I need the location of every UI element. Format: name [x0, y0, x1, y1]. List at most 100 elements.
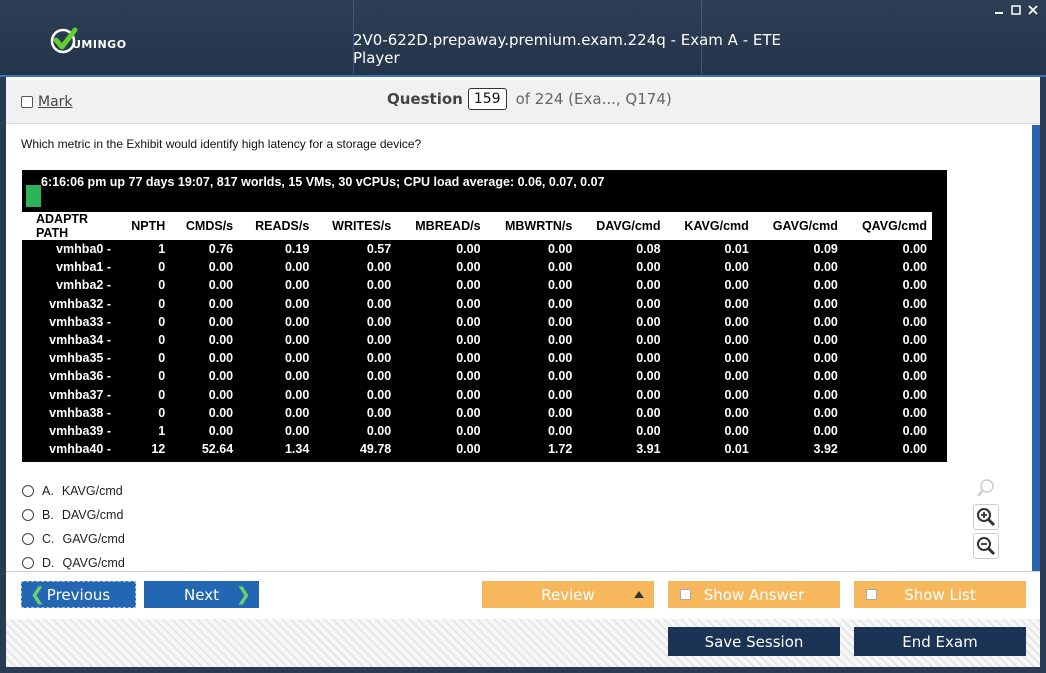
- radio-button[interactable]: [22, 485, 34, 497]
- exhibit-cell: 0.00: [547, 369, 573, 384]
- next-label: Next: [184, 585, 219, 604]
- mark-checkbox-box[interactable]: [21, 96, 33, 108]
- exhibit-cell: 0.00: [902, 296, 927, 311]
- exhibit-table-body: vmhba0 - 1 0.76 0.19 0.57 0.00 0.00 0.08 0.01 0.0…: [22, 240, 932, 458]
- navigation-bar: ❮ Previous Next ❯ Review Show Answer Sho…: [6, 571, 1040, 619]
- exhibit-cell: 0: [158, 333, 166, 348]
- vertical-scrollbar[interactable]: [1032, 125, 1040, 571]
- exhibit-cell: 0.00: [284, 296, 310, 311]
- exhibit-cell: 0.08: [636, 242, 661, 257]
- exhibit-cell: 0.00: [366, 296, 392, 311]
- exhibit-cell: 0.00: [902, 351, 927, 366]
- exhibit-cell: 0.00: [813, 405, 838, 420]
- exhibit-cell: 3.92: [813, 442, 838, 457]
- window-controls: [993, 4, 1038, 15]
- show-list-checkbox[interactable]: [866, 589, 877, 600]
- exhibit-cell: 0.19: [284, 242, 310, 257]
- exhibit-cell: 0.00: [366, 314, 392, 329]
- exhibit-cell: 0.01: [724, 442, 749, 457]
- exhibit-column-header: GAVG/cmd: [753, 212, 843, 240]
- triangle-up-icon[interactable]: [634, 591, 644, 598]
- exhibit-cell: 0.00: [547, 260, 573, 275]
- zoom-in-icon[interactable]: [973, 504, 999, 530]
- exhibit-row: vmhba36 - 0 0.00 0.00 0.00 0.00 0.00 0.00 0.00 0.…: [22, 367, 932, 385]
- exhibit-cell: vmhba38 -: [49, 405, 111, 420]
- question-text: Which metric in the Exhibit would identi…: [21, 137, 422, 151]
- exhibit-cell: 0: [158, 387, 166, 402]
- exhibit-cell: 0.00: [284, 314, 310, 329]
- exhibit-cell: 0.00: [636, 351, 661, 366]
- save-session-label: Save Session: [704, 632, 804, 651]
- show-answer-checkbox[interactable]: [680, 589, 691, 600]
- show-answer-button[interactable]: Show Answer: [668, 581, 840, 608]
- exhibit-column-header: NPTH: [118, 212, 171, 240]
- option-c[interactable]: C. GAVG/cmd: [22, 527, 125, 551]
- exhibit-cell: 0.00: [724, 423, 749, 438]
- exhibit-cell: vmhba2 -: [56, 278, 111, 293]
- exhibit-cell: 0.00: [456, 423, 481, 438]
- exhibit-row: vmhba40 - 12 52.64 1.34 49.78 0.00 1.72 3.91 0.0…: [22, 440, 932, 458]
- option-text[interactable]: DAVG/cmd: [62, 508, 124, 522]
- option-text[interactable]: GAVG/cmd: [63, 532, 125, 546]
- exhibit-cell: 0.00: [724, 405, 749, 420]
- exhibit-cell: 0.00: [547, 351, 573, 366]
- question-header: Mark Question 159 of 224 (Exa..., Q174): [6, 80, 1040, 124]
- exhibit-row: vmhba32 - 0 0.00 0.00 0.00 0.00 0.00 0.00 0.00 0.…: [22, 295, 932, 313]
- exhibit-cell: 0.00: [284, 351, 310, 366]
- review-button[interactable]: Review: [482, 581, 654, 608]
- exhibit-cell: 0.00: [902, 242, 927, 257]
- exhibit-cell: 0.00: [366, 351, 392, 366]
- show-answer-label: Show Answer: [703, 585, 805, 604]
- exhibit-cell: 0.00: [456, 369, 481, 384]
- exhibit-cell: 0.00: [636, 369, 661, 384]
- exhibit-cell: 0.00: [547, 296, 573, 311]
- exhibit-column-header: ADAPTR PATH: [22, 212, 118, 240]
- question-number-input[interactable]: 159: [467, 88, 507, 110]
- exhibit-cell: 0.00: [902, 423, 927, 438]
- exhibit-cell: 0.00: [366, 387, 392, 402]
- option-b[interactable]: B. DAVG/cmd: [22, 503, 125, 527]
- footer-bar: Save Session End Exam: [6, 619, 1040, 667]
- show-list-button[interactable]: Show List: [854, 581, 1026, 608]
- exhibit-cell: 0.00: [208, 314, 234, 329]
- exhibit-cell: 0.00: [284, 423, 310, 438]
- exhibit-cell: vmhba36 -: [49, 369, 111, 384]
- radio-button[interactable]: [22, 557, 34, 569]
- end-exam-button[interactable]: End Exam: [854, 627, 1026, 656]
- mark-checkbox[interactable]: Mark: [21, 94, 73, 110]
- exhibit-cell: 0.09: [813, 242, 838, 257]
- previous-label: Previous: [46, 585, 111, 604]
- exhibit-cell: 0.00: [547, 333, 573, 348]
- end-exam-label: End Exam: [902, 632, 978, 651]
- option-text[interactable]: QAVG/cmd: [63, 556, 125, 570]
- exhibit-cell: 0.00: [208, 278, 234, 293]
- exhibit-cell: 0.00: [284, 369, 310, 384]
- option-a[interactable]: A. KAVG/cmd: [22, 479, 125, 503]
- answer-options: A. KAVG/cmd B. DAVG/cmd C. GAVG/cmd D. Q…: [22, 479, 125, 575]
- minimize-icon[interactable]: [993, 4, 1004, 15]
- previous-button[interactable]: ❮ Previous: [21, 581, 136, 608]
- radio-button[interactable]: [22, 533, 34, 545]
- exhibit-cell: 0.00: [724, 351, 749, 366]
- exhibit-cell: 0.00: [456, 278, 481, 293]
- exhibit-cell: vmhba35 -: [49, 351, 111, 366]
- save-session-button[interactable]: Save Session: [668, 627, 840, 656]
- exhibit-cell: 0.00: [456, 442, 481, 457]
- maximize-icon[interactable]: [1010, 4, 1021, 15]
- exhibit-cell: 0.00: [547, 314, 573, 329]
- exhibit-cell: 0.00: [813, 333, 838, 348]
- option-text[interactable]: KAVG/cmd: [62, 484, 123, 498]
- exhibit-cell: vmhba37 -: [49, 387, 111, 402]
- zoom-tools: [973, 475, 1001, 562]
- radio-button[interactable]: [22, 509, 34, 521]
- zoom-out-icon[interactable]: [973, 533, 999, 559]
- magnifier-icon[interactable]: [973, 475, 999, 501]
- next-button[interactable]: Next ❯: [144, 581, 259, 608]
- mark-label[interactable]: Mark: [38, 94, 73, 110]
- exhibit-row: vmhba39 - 1 0.00 0.00 0.00 0.00 0.00 0.00 0.00 0.…: [22, 422, 932, 440]
- exhibit-cell: 0.00: [636, 405, 661, 420]
- exhibit-cell: 0.00: [284, 260, 310, 275]
- close-icon[interactable]: [1027, 4, 1038, 15]
- exhibit-cell: 0.00: [456, 387, 481, 402]
- exhibit-cell: 0.00: [724, 296, 749, 311]
